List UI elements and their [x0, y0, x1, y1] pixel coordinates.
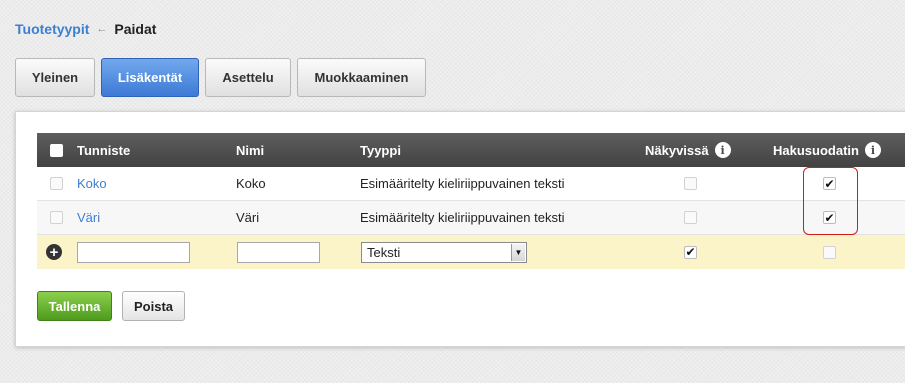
col-search-filter-label: Hakusuodatin — [773, 142, 859, 158]
delete-button[interactable]: Poista — [122, 291, 185, 321]
fields-table: Tunniste Nimi Tyyppi Näkyvissä i Hakusuo… — [37, 133, 905, 269]
visible-checkbox[interactable] — [684, 177, 697, 190]
page-title: Paidat — [114, 21, 157, 37]
select-all-cell — [50, 133, 63, 167]
new-identifier-input[interactable] — [77, 241, 190, 263]
row-identifier-link[interactable]: Väri — [77, 201, 100, 234]
col-search-filter: Hakusuodatin i — [773, 133, 881, 167]
tab-general[interactable]: Yleinen — [15, 58, 95, 97]
new-field-row: + Teksti ▼ ✔ — [37, 235, 905, 269]
breadcrumb-parent-link[interactable]: Tuotetyypit — [15, 21, 89, 37]
row-name: Koko — [236, 176, 266, 191]
row-identifier-link[interactable]: Koko — [77, 167, 107, 200]
col-type: Tyyppi — [360, 142, 401, 158]
row-select-checkbox[interactable] — [50, 177, 63, 190]
new-name-input[interactable] — [237, 241, 320, 263]
new-visible-checkbox[interactable]: ✔ — [684, 245, 697, 259]
breadcrumb: Tuotetyypit ← Paidat — [15, 21, 156, 37]
new-type-selected: Teksti — [367, 244, 401, 260]
row-select-checkbox[interactable] — [50, 211, 63, 224]
table-row: Koko Koko Esimääritelty kieliriippuvaine… — [37, 167, 905, 201]
tab-extra-fields[interactable]: Lisäkentät — [101, 58, 199, 97]
search-filter-highlight — [803, 167, 858, 235]
row-name: Väri — [236, 210, 260, 225]
new-type-select[interactable]: Teksti ▼ — [361, 241, 527, 263]
info-icon[interactable]: i — [714, 142, 731, 158]
visible-checkbox[interactable] — [684, 211, 697, 224]
table-header: Tunniste Nimi Tyyppi Näkyvissä i Hakusuo… — [37, 133, 905, 167]
tab-editing[interactable]: Muokkaaminen — [297, 58, 426, 97]
add-field-plus-icon[interactable]: + — [46, 244, 62, 260]
new-search-filter-checkbox[interactable] — [823, 245, 836, 259]
info-icon[interactable]: i — [864, 142, 881, 158]
tab-layout[interactable]: Asettelu — [205, 58, 291, 97]
tab-bar: Yleinen Lisäkentät Asettelu Muokkaaminen — [15, 58, 432, 97]
col-visible: Näkyvissä i — [645, 133, 731, 167]
col-name: Nimi — [236, 142, 265, 158]
select-all-checkbox[interactable] — [50, 143, 63, 157]
row-type: Esimääritelty kieliriippuvainen teksti — [360, 176, 565, 191]
breadcrumb-arrow-icon: ← — [96, 23, 108, 35]
save-button[interactable]: Tallenna — [37, 291, 112, 321]
chevron-down-icon: ▼ — [511, 243, 525, 261]
col-identifier: Tunniste — [77, 142, 131, 158]
table-row: Väri Väri Esimääritelty kieliriippuvaine… — [37, 201, 905, 235]
col-visible-label: Näkyvissä — [645, 142, 709, 158]
row-type: Esimääritelty kieliriippuvainen teksti — [360, 210, 565, 225]
